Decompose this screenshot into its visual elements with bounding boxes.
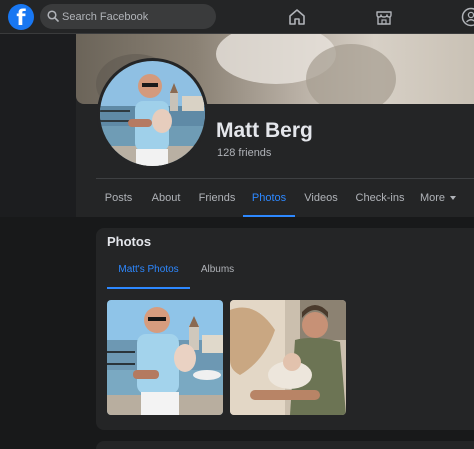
tab-more[interactable]: More bbox=[418, 179, 458, 217]
next-card bbox=[96, 441, 474, 449]
tab-videos[interactable]: Videos bbox=[302, 179, 340, 217]
photo-thumbnail[interactable] bbox=[107, 300, 223, 415]
groups-icon[interactable] bbox=[460, 6, 474, 28]
tab-friends[interactable]: Friends bbox=[196, 179, 238, 217]
tab-photos[interactable]: Photos bbox=[243, 179, 295, 217]
search-icon bbox=[47, 10, 59, 22]
sidebar-shade bbox=[0, 34, 76, 217]
search-box[interactable] bbox=[40, 4, 216, 29]
chevron-down-icon bbox=[450, 196, 457, 201]
tab-posts[interactable]: Posts bbox=[96, 179, 141, 217]
tab-more-label: More bbox=[419, 192, 446, 204]
home-icon[interactable] bbox=[286, 6, 308, 28]
top-navigation-bar: f bbox=[0, 0, 474, 34]
photos-title: Photos bbox=[107, 234, 152, 249]
profile-name: Matt Berg bbox=[216, 119, 313, 142]
friends-count[interactable]: 128 friends bbox=[217, 147, 271, 159]
tab-albums[interactable]: Albums bbox=[196, 255, 239, 289]
profile-picture[interactable] bbox=[97, 58, 208, 169]
facebook-logo[interactable]: f bbox=[8, 4, 34, 30]
profile-tabs: Posts About Friends Photos Videos Check-… bbox=[96, 179, 474, 217]
facebook-logo-letter: f bbox=[16, 6, 26, 30]
tab-check-ins[interactable]: Check-ins bbox=[352, 179, 408, 217]
search-input[interactable] bbox=[62, 4, 212, 29]
photo-thumbnail[interactable] bbox=[230, 300, 346, 415]
marketplace-icon[interactable] bbox=[373, 6, 395, 28]
tab-matts-photos[interactable]: Matt's Photos bbox=[107, 255, 190, 289]
tab-about[interactable]: About bbox=[148, 179, 184, 217]
